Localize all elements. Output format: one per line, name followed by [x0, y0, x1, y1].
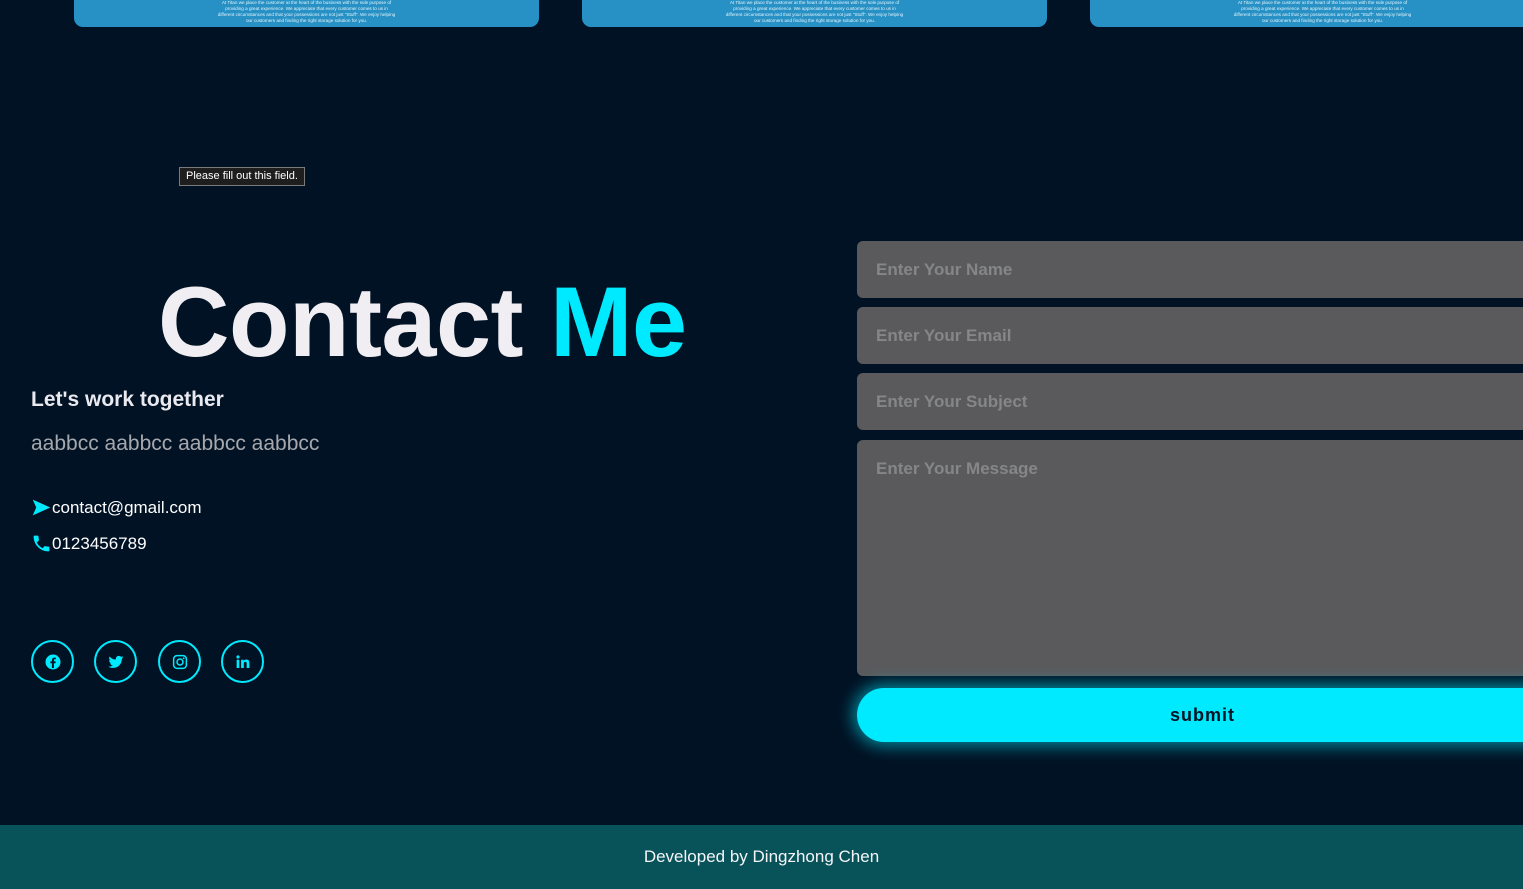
title-word-contact: Contact [158, 266, 524, 377]
card-text: At Titan we place the customer at the he… [217, 0, 396, 23]
validation-tooltip: Please fill out this field. [179, 167, 305, 186]
phone-row: 0123456789 [31, 533, 147, 554]
name-input[interactable] [857, 241, 1523, 298]
facebook-icon [45, 654, 60, 669]
subject-input[interactable] [857, 373, 1523, 430]
linkedin-link[interactable] [221, 640, 264, 683]
service-card: At Titan we place the customer at the he… [74, 0, 539, 27]
email-row: contact@gmail.com [31, 497, 202, 518]
contact-description: aabbcc aabbcc aabbcc aabbcc [31, 432, 320, 455]
email-text: contact@gmail.com [52, 497, 202, 517]
card-text: At Titan we place the customer at the he… [725, 0, 904, 23]
card-text: At Titan we place the customer at the he… [1233, 0, 1412, 23]
footer-credit: Developed by Dingzhong Chen [643, 847, 880, 866]
phone-icon [31, 533, 52, 554]
footer: Developed by Dingzhong Chen [0, 825, 1523, 889]
twitter-icon [107, 655, 123, 668]
title-word-me: Me [550, 266, 687, 377]
facebook-link[interactable] [31, 640, 74, 683]
service-card: At Titan we place the customer at the he… [582, 0, 1047, 27]
submit-button[interactable]: submit [857, 688, 1523, 742]
instagram-icon [172, 654, 187, 669]
instagram-link[interactable] [158, 640, 201, 683]
send-icon [31, 497, 52, 518]
phone-text: 0123456789 [52, 533, 147, 553]
linkedin-icon [235, 654, 249, 668]
message-input[interactable] [857, 440, 1523, 676]
service-card: At Titan we place the customer at the he… [1090, 0, 1523, 27]
contact-title: Contact Me [158, 272, 687, 372]
contact-subtitle: Let's work together [31, 388, 224, 411]
twitter-link[interactable] [94, 640, 137, 683]
email-input[interactable] [857, 307, 1523, 364]
